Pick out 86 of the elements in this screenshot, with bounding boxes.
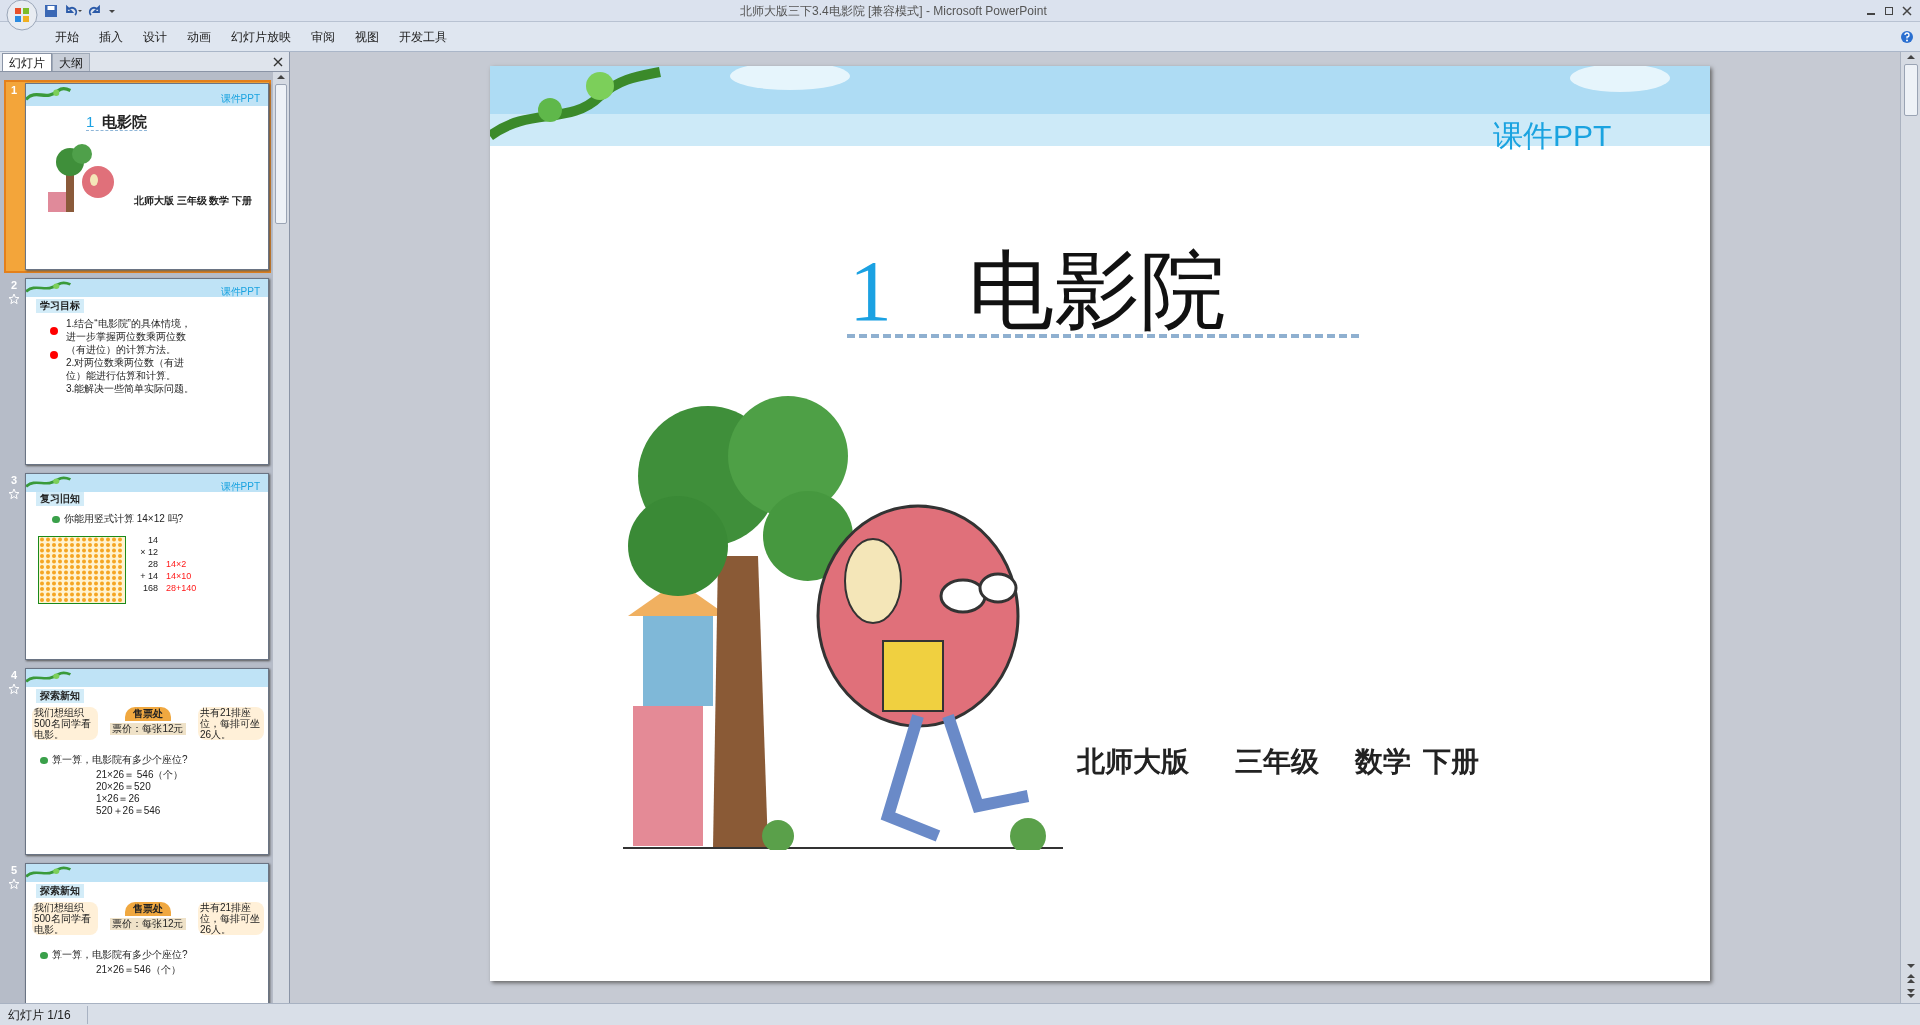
objective-line: （有进位）的计算方法。 — [65, 343, 177, 356]
subtitle-text: 三年级 — [1235, 748, 1319, 776]
scrollbar-thumb[interactable] — [275, 84, 287, 224]
save-icon[interactable] — [44, 3, 58, 18]
slide-number: 1 — [10, 85, 18, 96]
window-title: 北师大版三下3.4电影院 [兼容模式] - Microsoft PowerPoint — [740, 3, 1047, 19]
scrollbar-thumb[interactable] — [1903, 64, 1918, 116]
slide-number: 5 — [10, 865, 18, 876]
calculation-note: 14×2 — [165, 559, 187, 569]
brand-label: 课件PPT — [1493, 121, 1612, 151]
question-text: 你能用竖式计算 14×12 吗? — [63, 514, 184, 524]
subtitle: 北师大版 三年级 数学 下册 — [133, 196, 253, 206]
question-text: 算一算，电影院有多少个座位? — [51, 950, 188, 960]
ribbon-tab[interactable]: 开始 — [48, 25, 86, 48]
equation-line: 21×26＝546（个） — [95, 964, 181, 976]
redo-icon[interactable] — [88, 3, 102, 18]
bullet-icon — [49, 327, 58, 335]
panel-tab[interactable]: 大纲 — [52, 53, 90, 71]
slide-thumbnail-item[interactable]: 1 课件PPT 1 电影院 北师大版 三年级 数学 下册 — [4, 80, 271, 273]
status-text: 幻灯片 1/16 — [0, 1005, 88, 1024]
slide-title: 电影院 — [102, 114, 148, 129]
section-heading: 探索新知 — [35, 884, 84, 898]
equation-line: 21×26＝ 546（个） — [95, 769, 184, 781]
brand-label: 课件PPT — [220, 287, 260, 297]
ticket-office-sign: 售票处 — [124, 902, 171, 916]
scroll-down-icon[interactable] — [1905, 961, 1916, 971]
undo-icon[interactable] — [64, 3, 82, 18]
objective-line: 2.对两位数乘两位数（有进 — [65, 356, 186, 369]
panel-scrollbar[interactable] — [273, 72, 289, 1003]
slide-number: 4 — [10, 670, 18, 681]
speech-bubble: 共有21排座位，每排可坐26人。 — [197, 707, 264, 740]
slide-thumbnail-item[interactable]: 2 课件PPT 学习目标 1.结合“电影院”的具体情境， 进一步掌握两位数乘两位数 （有进位）的计算方法。 2.对两位数乘两位数（有进 位）能进行估算和计算。 3.能解决一些简单实际问题。 — [4, 275, 271, 468]
calculation-value: 168 — [141, 583, 158, 593]
objective-line: 进一步掌握两位数乘两位数 — [65, 330, 187, 343]
bullet-icon — [49, 351, 58, 359]
calculation-value: × 12 — [139, 547, 158, 557]
section-heading: 探索新知 — [35, 689, 84, 703]
ticket-price: 票价：每张12元 — [110, 723, 186, 735]
panel-tab[interactable]: 幻灯片 — [2, 53, 52, 71]
calculation-value: + 14 — [139, 571, 158, 581]
objective-line: 1.结合“电影院”的具体情境， — [65, 317, 192, 330]
section-heading: 复习旧知 — [35, 492, 84, 506]
brand-label: 课件PPT — [220, 94, 260, 104]
slide-number: 1 — [85, 114, 95, 129]
ribbon-tab[interactable]: 设计 — [136, 25, 174, 48]
slide-number: 1 — [849, 248, 892, 334]
ribbon-tab[interactable]: 幻灯片放映 — [224, 25, 298, 48]
previous-slide-icon[interactable] — [1905, 973, 1916, 985]
ribbon-tab[interactable]: 开发工具 — [392, 25, 454, 48]
calculation-note: 14×10 — [165, 571, 192, 581]
speech-bubble: 我们想组织500名同学看电影。 — [31, 707, 98, 740]
subtitle-text: 下册 — [1423, 748, 1479, 776]
ticket-price: 票价：每张12元 — [110, 918, 186, 930]
slide-thumbnail-item[interactable]: 4 探索新知 我们想组织500名同学看电影。 售票处 票价：每张12元 共有21排座位，每排可坐26人。 算一算，电影院有多少个座位? 21×26＝ 546（个） 20×26＝520 1×26＝26 520＋26＝546 — [4, 665, 271, 858]
close-icon[interactable] — [273, 57, 283, 67]
slide-number: 3 — [10, 475, 18, 486]
subtitle-text: 数学 — [1355, 748, 1411, 776]
slide-title: 电影院 — [968, 248, 1226, 334]
equation-line: 1×26＝26 — [95, 793, 141, 805]
close-icon[interactable] — [1902, 5, 1912, 16]
next-slide-icon[interactable] — [1905, 987, 1916, 999]
office-logo-icon[interactable] — [6, 0, 38, 31]
objective-line: 位）能进行估算和计算。 — [65, 369, 177, 382]
speech-bubble: 共有21排座位，每排可坐26人。 — [197, 902, 264, 935]
question-text: 算一算，电影院有多少个座位? — [51, 755, 188, 765]
brand-label: 课件PPT — [220, 482, 260, 492]
calculation-value: 28 — [146, 559, 158, 569]
maximize-icon[interactable] — [1884, 5, 1894, 16]
slide-number: 2 — [10, 280, 18, 291]
vertical-scrollbar[interactable] — [1900, 52, 1920, 1003]
slide-thumbnail-item[interactable]: 3 课件PPT 复习旧知 你能用竖式计算 14×12 吗? 14 × 12 28 14×2 + 14 14×10 168 28+140 — [4, 470, 271, 663]
equation-line: 520＋26＝546 — [95, 805, 162, 817]
ticket-office-sign: 售票处 — [124, 707, 171, 721]
ribbon-tab[interactable]: 动画 — [180, 25, 218, 48]
ribbon-tab[interactable]: 审阅 — [304, 25, 342, 48]
ribbon-tab[interactable]: 视图 — [348, 25, 386, 48]
speech-bubble: 我们想组织500名同学看电影。 — [31, 902, 98, 935]
calculation-value: 14 — [146, 535, 158, 545]
calculation-note: 28+140 — [165, 583, 197, 593]
subtitle-text: 北师大版 — [1077, 748, 1189, 776]
help-icon[interactable] — [1900, 29, 1914, 44]
section-heading: 学习目标 — [35, 299, 84, 313]
equation-line: 20×26＝520 — [95, 781, 152, 793]
slide-thumbnail-item[interactable]: 5 探索新知 我们想组织500名同学看电影。 售票处 票价：每张12元 共有21排座位，每排可坐26人。 算一算，电影院有多少个座位? 21×26＝546（个） — [4, 860, 271, 1003]
ribbon-tab[interactable]: 插入 — [92, 25, 130, 48]
objective-line: 3.能解决一些简单实际问题。 — [65, 382, 195, 395]
